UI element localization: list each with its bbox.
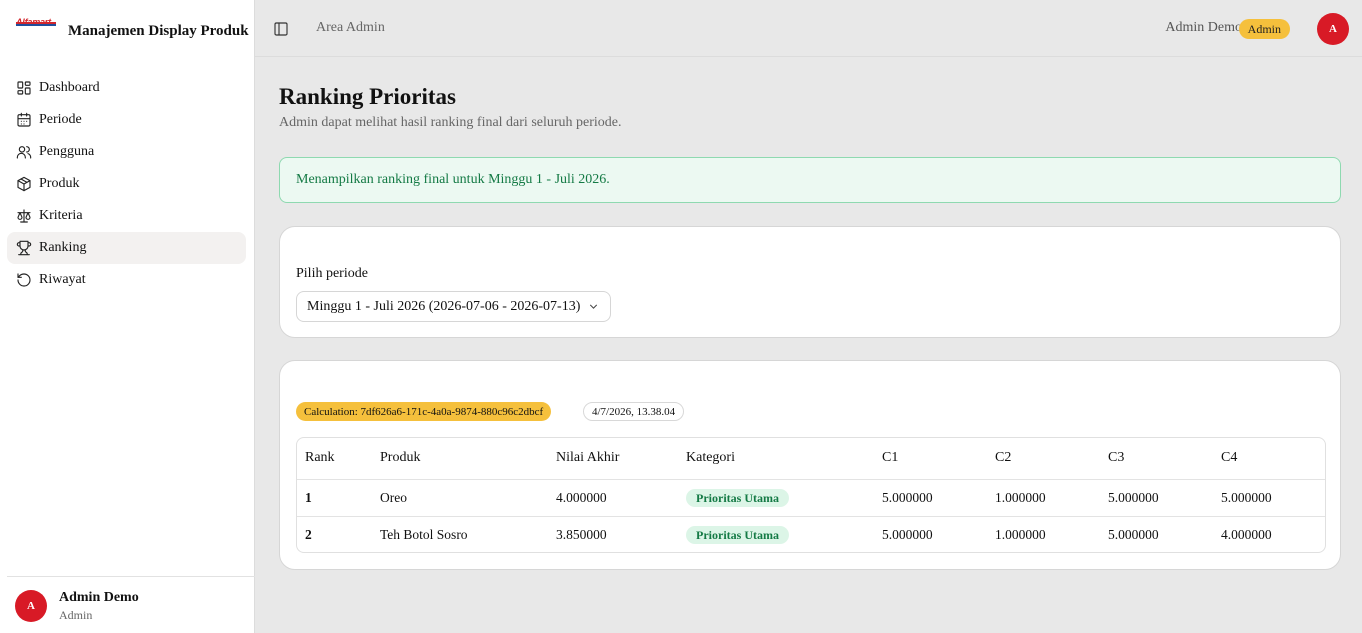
category-cell: Prioritas Utama xyxy=(678,516,874,552)
user-name: Admin Demo xyxy=(59,590,139,605)
period-label: Pilih periode xyxy=(296,266,368,281)
category-cell: Prioritas Utama xyxy=(678,479,874,517)
scale-icon xyxy=(16,208,32,224)
sidebar-item-produk[interactable]: Produk xyxy=(7,168,246,200)
dashboard-icon xyxy=(16,80,32,96)
rank-cell: 1 xyxy=(297,479,372,517)
header-user-name: Admin Demo xyxy=(1165,20,1242,35)
column-header: Rank xyxy=(297,438,372,480)
sidebar-item-label: Kriteria xyxy=(39,208,83,223)
table-header-row: Rank Produk Nilai Akhir Kategori C1 C2 C… xyxy=(297,438,1325,480)
column-header: Produk xyxy=(372,438,548,480)
period-filter-card: Pilih periode Minggu 1 - Juli 2026 (2026… xyxy=(279,226,1341,338)
sidebar-item-kriteria[interactable]: Kriteria xyxy=(7,200,246,232)
c1-cell: 5.000000 xyxy=(874,479,987,517)
column-header: C4 xyxy=(1213,438,1325,480)
avatar[interactable]: A xyxy=(1317,13,1349,45)
sidebar-item-ranking[interactable]: Ranking xyxy=(7,232,246,264)
timestamp-badge: 4/7/2026, 13.38.04 xyxy=(583,402,685,421)
sidebar-item-riwayat[interactable]: Riwayat xyxy=(7,264,246,296)
category-badge: Prioritas Utama xyxy=(686,525,789,544)
ranking-result-card: Calculation: 7df626a6-171c-4a0a-9874-880… xyxy=(279,360,1341,570)
product-cell: Oreo xyxy=(372,479,548,517)
score-cell: 3.850000 xyxy=(556,526,607,542)
avatar: A xyxy=(15,590,47,622)
c2-cell: 1.000000 xyxy=(995,526,1046,542)
top-header: Area Admin Admin Demo Admin A xyxy=(255,0,1362,57)
c3-cell: 5.000000 xyxy=(1108,526,1159,542)
sidebar-item-label: Riwayat xyxy=(39,272,86,287)
column-header: C2 xyxy=(987,438,1100,480)
column-header: C1 xyxy=(874,438,987,480)
category-badge: Prioritas Utama xyxy=(686,488,789,507)
alfamart-logo: Alfamart xyxy=(16,12,58,27)
user-role: Admin xyxy=(59,608,93,622)
role-badge: Admin xyxy=(1238,19,1290,39)
sidebar: Alfamart Manajemen Display Produk Dashbo… xyxy=(0,0,255,633)
sidebar-toggle-button[interactable] xyxy=(271,19,291,39)
rank-cell: 2 xyxy=(305,526,312,542)
score-cell: 4.000000 xyxy=(548,479,678,517)
calendar-icon xyxy=(16,112,32,128)
product-cell: Teh Botol Sosro xyxy=(380,526,468,542)
period-select[interactable]: Minggu 1 - Juli 2026 (2026-07-06 - 2026-… xyxy=(296,291,611,322)
sidebar-item-label: Pengguna xyxy=(39,144,95,159)
c4-cell: 4.000000 xyxy=(1221,526,1272,542)
c3-cell: 5.000000 xyxy=(1100,479,1213,517)
column-header: Kategori xyxy=(678,438,874,480)
history-icon xyxy=(16,272,32,288)
calculation-badge: Calculation: 7df626a6-171c-4a0a-9874-880… xyxy=(296,402,552,421)
sidebar-item-label: Produk xyxy=(39,176,80,191)
page-subtitle: Admin dapat melihat hasil ranking final … xyxy=(279,115,622,130)
info-alert: Menampilkan ranking final untuk Minggu 1… xyxy=(279,157,1341,203)
c2-cell: 1.000000 xyxy=(987,479,1100,517)
trophy-icon xyxy=(16,240,32,256)
sidebar-item-label: Ranking xyxy=(39,240,87,255)
ranking-table: Rank Produk Nilai Akhir Kategori C1 C2 C… xyxy=(296,437,1326,553)
users-icon xyxy=(16,144,32,160)
sidebar-item-label: Dashboard xyxy=(39,80,100,95)
panel-left-icon xyxy=(273,21,289,37)
sidebar-item-dashboard[interactable]: Dashboard xyxy=(7,72,246,104)
sidebar-item-periode[interactable]: Periode xyxy=(7,104,246,136)
sidebar-nav: Dashboard Periode Pengguna Produk Kriter… xyxy=(7,72,246,296)
c4-cell: 5.000000 xyxy=(1213,479,1325,517)
brand: Alfamart Manajemen Display Produk xyxy=(16,10,249,50)
page-title: Ranking Prioritas xyxy=(279,84,456,109)
sidebar-item-label: Periode xyxy=(39,112,82,127)
area-label: Area Admin xyxy=(316,20,385,35)
column-header: Nilai Akhir xyxy=(548,438,678,480)
c1-cell: 5.000000 xyxy=(882,526,933,542)
sidebar-item-pengguna[interactable]: Pengguna xyxy=(7,136,246,168)
table-row: 1 Oreo 4.000000 Prioritas Utama 5.000000… xyxy=(297,479,1325,517)
table-row: 2 Teh Botol Sosro 3.850000 Prioritas Uta… xyxy=(297,516,1325,552)
sidebar-user[interactable]: A Admin Demo Admin xyxy=(7,576,255,633)
period-select-value: Minggu 1 - Juli 2026 (2026-07-06 - 2026-… xyxy=(307,298,581,314)
column-header: C3 xyxy=(1100,438,1213,480)
chevron-down-icon xyxy=(587,300,600,313)
package-icon xyxy=(16,176,32,192)
app-title: Manajemen Display Produk xyxy=(68,23,249,39)
